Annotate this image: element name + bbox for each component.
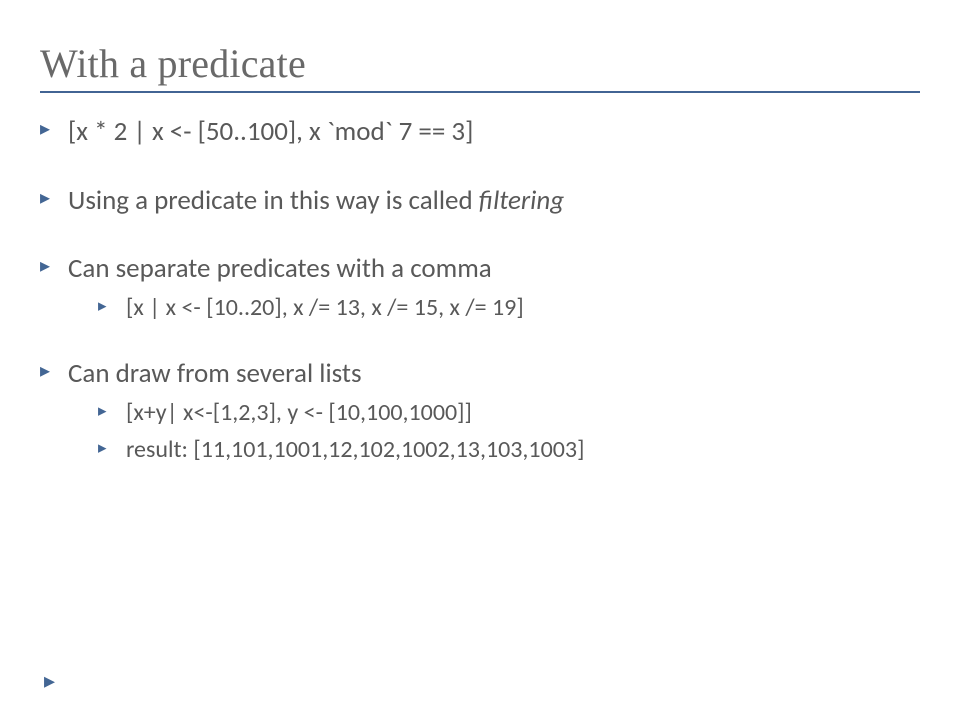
- bullet-2: Using a predicate in this way is called …: [40, 184, 920, 219]
- title-rule: [40, 91, 920, 93]
- bullet-3-sublist: [x | x <- [10..20], x /= 13, x /= 15, x …: [68, 293, 920, 324]
- bullet-2-text-pre: Using a predicate in this way is called: [68, 184, 479, 217]
- bullet-4-sublist: [x+y| x<-[1,2,3], y <- [10,100,1000]] re…: [68, 398, 920, 465]
- bullet-1-text: [x * 2 | x <- [50..100], x `mod` 7 == 3]: [68, 115, 473, 148]
- bullet-4-sub-1: [x+y| x<-[1,2,3], y <- [10,100,1000]]: [98, 398, 920, 429]
- slide: With a predicate [x * 2 | x <- [50..100]…: [0, 0, 960, 720]
- slide-content: [x * 2 | x <- [50..100], x `mod` 7 == 3]…: [40, 115, 920, 465]
- bullet-1: [x * 2 | x <- [50..100], x `mod` 7 == 3]: [40, 115, 920, 150]
- bullet-4: Can draw from several lists [x+y| x<-[1,…: [40, 357, 920, 465]
- bullet-4-sub-1-text: [x+y| x<-[1,2,3], y <- [10,100,1000]]: [126, 398, 472, 427]
- bullet-3-sub-1: [x | x <- [10..20], x /= 13, x /= 15, x …: [98, 293, 920, 324]
- bullet-4-text: Can draw from several lists: [68, 357, 362, 390]
- bullet-list: [x * 2 | x <- [50..100], x `mod` 7 == 3]…: [40, 115, 920, 465]
- bullet-3-text: Can separate predicates with a comma: [68, 252, 492, 285]
- bullet-3-sub-1-text: [x | x <- [10..20], x /= 13, x /= 15, x …: [126, 293, 524, 322]
- bullet-4-sub-2-text: result: [11,101,1001,12,102,1002,13,103,…: [126, 435, 584, 464]
- chevron-right-icon: ▸: [44, 667, 55, 694]
- bullet-2-text-em: filtering: [479, 184, 564, 217]
- bullet-4-sub-2: result: [11,101,1001,12,102,1002,13,103,…: [98, 435, 920, 466]
- slide-title: With a predicate: [40, 40, 920, 87]
- bullet-3: Can separate predicates with a comma [x …: [40, 252, 920, 323]
